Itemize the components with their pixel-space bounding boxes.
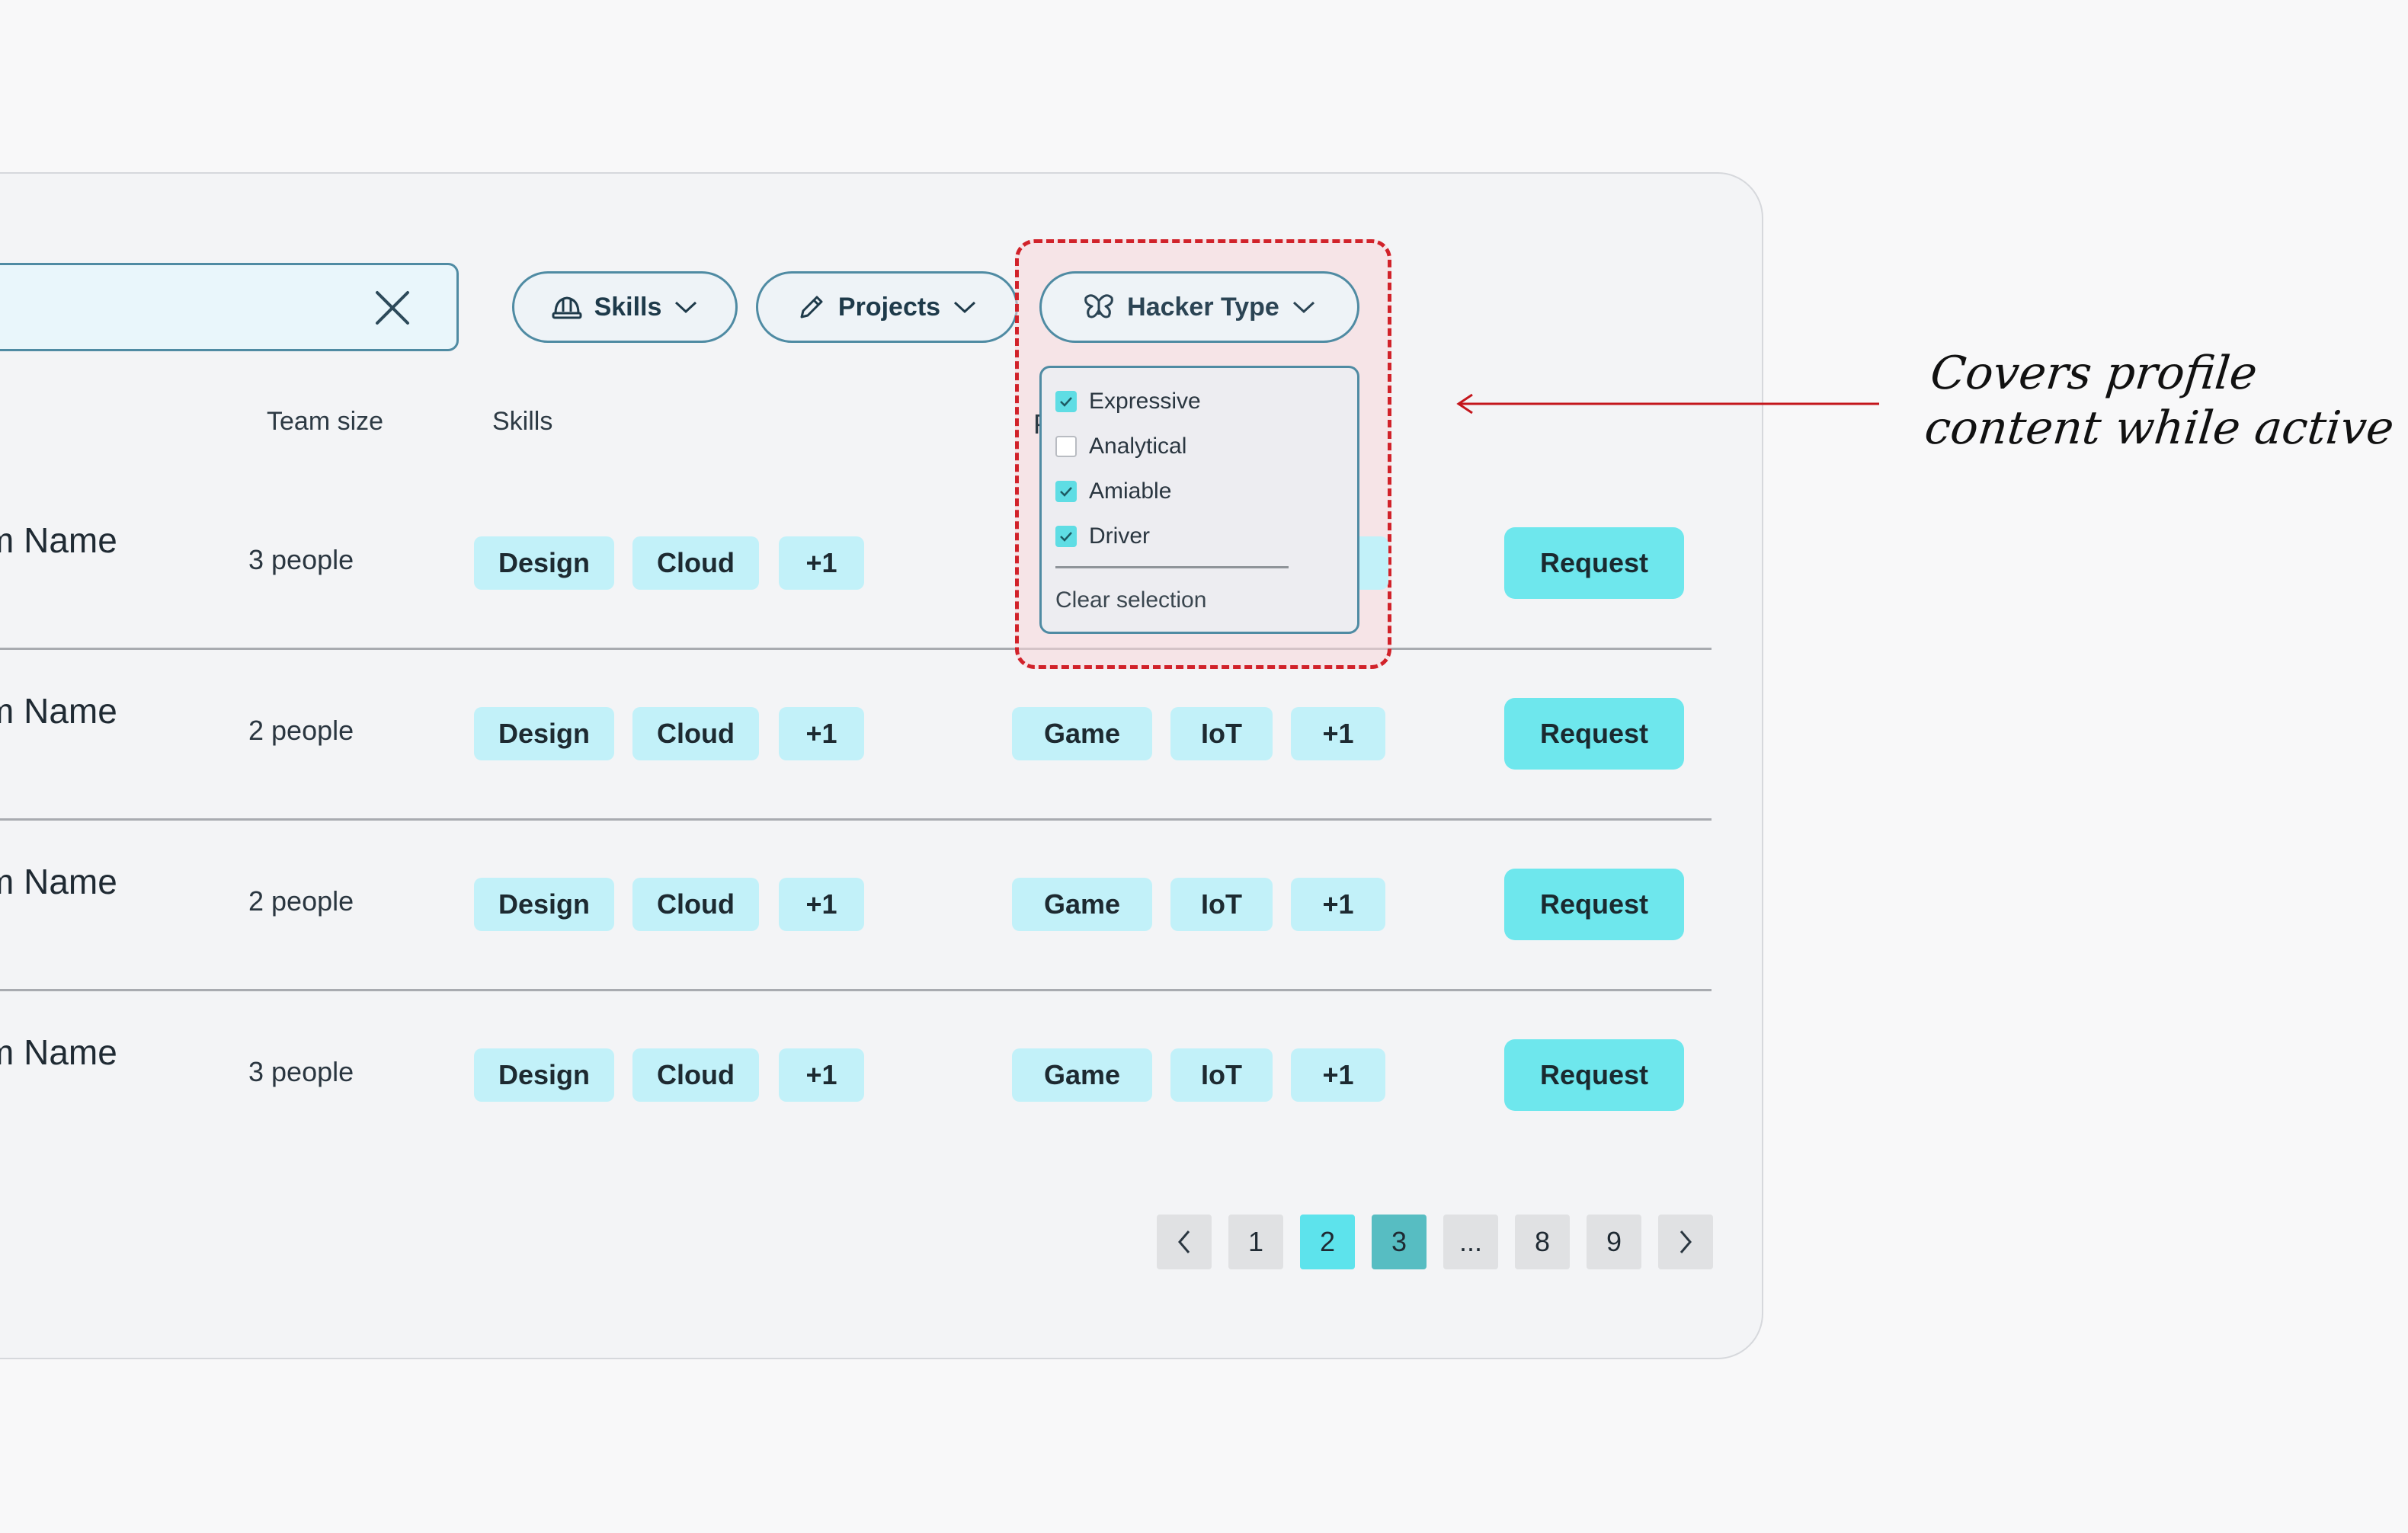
chevron-down-icon bbox=[1292, 301, 1314, 314]
option-label: Analytical bbox=[1089, 434, 1187, 459]
annotation-line: Covers profile bbox=[1928, 347, 2260, 400]
request-button[interactable]: Request bbox=[1504, 869, 1684, 940]
project-chip: Game bbox=[1012, 878, 1152, 931]
previous-page-button[interactable] bbox=[1157, 1215, 1212, 1269]
team-size: 2 people bbox=[248, 715, 354, 746]
skill-chip: Cloud bbox=[632, 878, 759, 931]
option-label: Expressive bbox=[1089, 389, 1201, 414]
team-size: 3 people bbox=[248, 1056, 354, 1087]
skill-chip: Cloud bbox=[632, 707, 759, 760]
search-input[interactable] bbox=[0, 263, 459, 351]
check-icon bbox=[1060, 487, 1072, 497]
team-size: 3 people bbox=[248, 544, 354, 575]
skill-more-chip: +1 bbox=[779, 878, 864, 931]
projects-filter-label: Projects bbox=[837, 292, 941, 322]
next-page-button[interactable] bbox=[1658, 1215, 1713, 1269]
page-button[interactable]: 1 bbox=[1228, 1215, 1283, 1269]
annotation-line: content while active bbox=[1922, 402, 2397, 455]
checkbox-checked[interactable] bbox=[1055, 391, 1077, 412]
option-expressive[interactable]: Expressive bbox=[1055, 386, 1201, 417]
project-chip: Game bbox=[1012, 1048, 1152, 1102]
request-button[interactable]: Request bbox=[1504, 1039, 1684, 1111]
project-more-chip: +1 bbox=[1291, 707, 1385, 760]
projects-filter-button[interactable]: Projects bbox=[756, 271, 1018, 343]
project-more-chip: +1 bbox=[1291, 1048, 1385, 1102]
chevron-down-icon bbox=[675, 301, 697, 314]
checkbox-unchecked[interactable] bbox=[1055, 436, 1077, 457]
hard-hat-icon bbox=[552, 296, 582, 319]
close-icon[interactable] bbox=[373, 288, 412, 328]
hacker-type-filter-label: Hacker Type bbox=[1127, 292, 1279, 322]
checkbox-checked[interactable] bbox=[1055, 481, 1077, 502]
project-chip: Game bbox=[1012, 707, 1152, 760]
team-name: m Name bbox=[0, 862, 117, 901]
option-label: Driver bbox=[1089, 523, 1150, 549]
skill-more-chip: +1 bbox=[779, 536, 864, 590]
team-size: 2 people bbox=[248, 885, 354, 917]
project-chip: IoT bbox=[1170, 878, 1273, 931]
skill-chip: Cloud bbox=[632, 1048, 759, 1102]
current-page-button[interactable]: 3 bbox=[1372, 1215, 1427, 1269]
annotation-note: Covers profile content while active bbox=[1922, 346, 2402, 456]
checkbox-checked[interactable] bbox=[1055, 526, 1077, 547]
skill-more-chip: +1 bbox=[779, 707, 864, 760]
column-header-team-size: Team size bbox=[267, 407, 384, 436]
page-button[interactable]: 2 bbox=[1300, 1215, 1355, 1269]
page-button[interactable]: 9 bbox=[1587, 1215, 1641, 1269]
team-name: m Name bbox=[0, 520, 117, 560]
request-button[interactable]: Request bbox=[1504, 527, 1684, 599]
project-more-chip: +1 bbox=[1291, 878, 1385, 931]
skill-chip: Design bbox=[474, 878, 614, 931]
skill-chip: Cloud bbox=[632, 536, 759, 590]
check-icon bbox=[1060, 532, 1072, 542]
hacker-type-filter-button[interactable]: Hacker Type bbox=[1039, 271, 1359, 343]
skills-filter-label: Skills bbox=[594, 292, 662, 322]
project-chip: IoT bbox=[1170, 707, 1273, 760]
chevron-down-icon bbox=[954, 301, 976, 314]
annotation-arrow bbox=[1456, 393, 1879, 414]
row-divider bbox=[0, 989, 1712, 991]
row-divider bbox=[0, 818, 1712, 821]
team-name: m Name bbox=[0, 1032, 117, 1072]
pencil-icon bbox=[800, 296, 823, 318]
skill-chip: Design bbox=[474, 1048, 614, 1102]
option-label: Amiable bbox=[1089, 478, 1172, 504]
hacker-type-dropdown: Expressive Analytical Amiable Driver Cle… bbox=[1039, 366, 1359, 634]
butterfly-icon bbox=[1084, 294, 1113, 318]
chevron-left-icon bbox=[1178, 1231, 1190, 1253]
skills-filter-button[interactable]: Skills bbox=[512, 271, 738, 343]
request-button[interactable]: Request bbox=[1504, 698, 1684, 770]
page-ellipsis: ... bbox=[1443, 1215, 1498, 1269]
check-icon bbox=[1060, 397, 1072, 407]
row-divider bbox=[0, 648, 1712, 650]
option-analytical[interactable]: Analytical bbox=[1055, 431, 1186, 462]
skill-more-chip: +1 bbox=[779, 1048, 864, 1102]
clear-selection-button[interactable]: Clear selection bbox=[1055, 587, 1206, 613]
option-amiable[interactable]: Amiable bbox=[1055, 476, 1171, 507]
page-button[interactable]: 8 bbox=[1515, 1215, 1570, 1269]
dropdown-separator bbox=[1055, 566, 1289, 568]
chevron-right-icon bbox=[1680, 1231, 1692, 1253]
project-chip: IoT bbox=[1170, 1048, 1273, 1102]
skill-chip: Design bbox=[474, 707, 614, 760]
column-header-skills: Skills bbox=[492, 407, 553, 436]
team-name: m Name bbox=[0, 691, 117, 731]
skill-chip: Design bbox=[474, 536, 614, 590]
option-driver[interactable]: Driver bbox=[1055, 521, 1150, 552]
